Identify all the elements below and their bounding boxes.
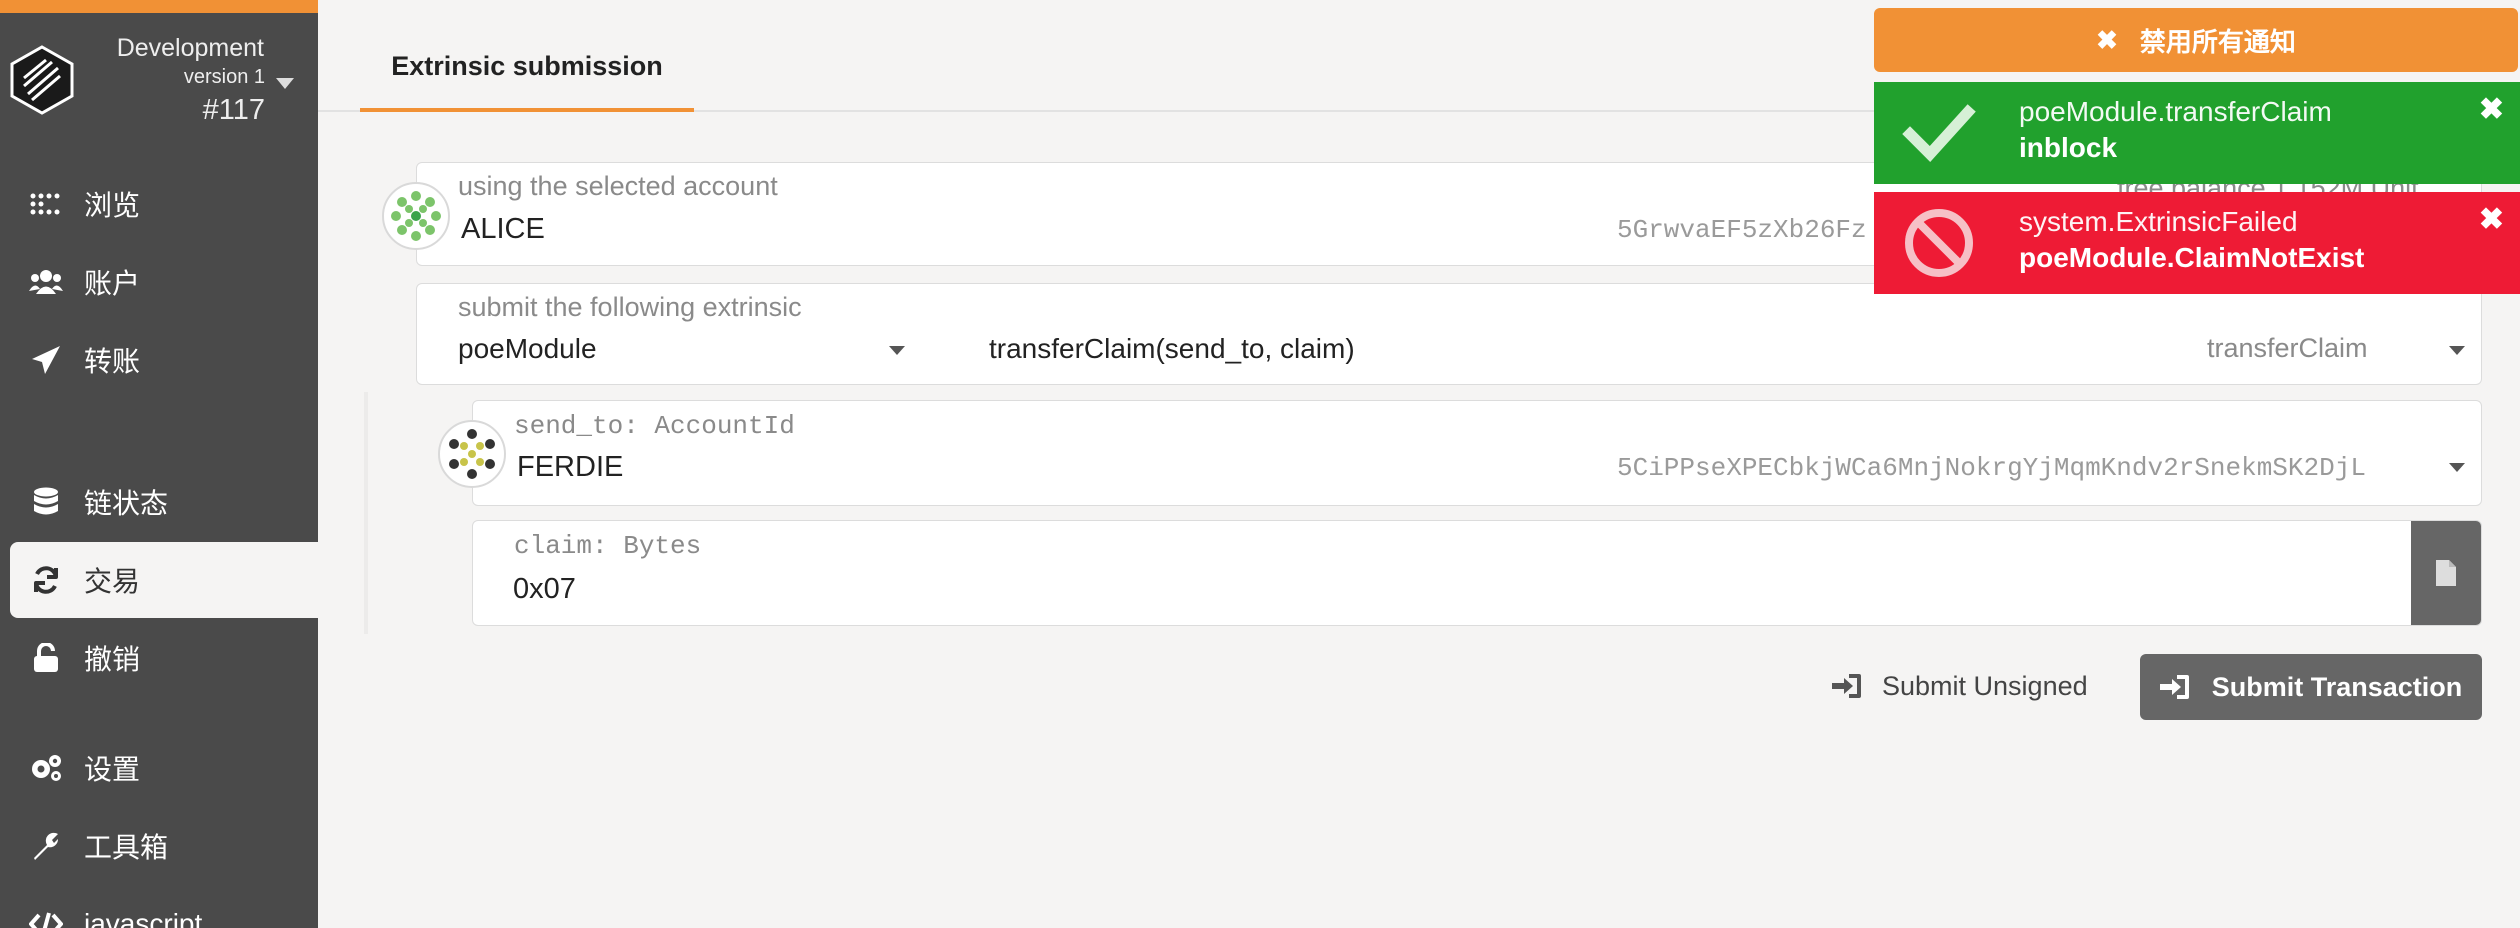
gears-icon: [28, 750, 64, 786]
sidebar-item-label: 转账: [84, 346, 141, 377]
tab-extrinsic-submission[interactable]: Extrinsic submission: [360, 30, 694, 112]
sidebar-item-extrinsics[interactable]: 交易: [10, 542, 318, 618]
code-icon: [28, 906, 64, 928]
sidebar-item-label: 设置: [84, 754, 141, 785]
wrench-icon: [28, 828, 64, 864]
sidebar-accent-bar: [0, 0, 318, 13]
module-name: poeModule: [458, 333, 597, 364]
claim-input[interactable]: 0x07: [513, 573, 576, 606]
method-name: transferClaim: [2207, 333, 2368, 363]
notification-success: poeModule.transferClaim inblock ✖: [1874, 82, 2520, 184]
account-selector-label: using the selected account: [458, 171, 778, 201]
submit-unsigned-button[interactable]: Submit Unsigned: [1832, 656, 2102, 716]
params-group-line: [364, 392, 368, 634]
sidebar-item-label: 浏览: [84, 190, 141, 221]
call-signature: transferClaim(send_to, claim): [989, 333, 1355, 364]
notification-title: poeModule.transferClaim: [2019, 96, 2332, 127]
users-icon: [28, 264, 64, 300]
module-dropdown[interactable]: poeModule: [417, 284, 937, 384]
chevron-down-icon: [889, 346, 905, 355]
sidebar-item-javascript[interactable]: javascript: [10, 886, 318, 928]
close-icon[interactable]: ✖: [2479, 92, 2504, 127]
claim-field: claim: Bytes 0x07: [472, 520, 2482, 626]
chain-name: Development: [116, 34, 264, 62]
close-icon[interactable]: ✖: [2479, 202, 2504, 237]
account-address: 5GrwvaEF5zXb26Fz: [1617, 215, 1867, 245]
sidebar-item-explorer[interactable]: 浏览: [10, 166, 318, 242]
sync-icon: [28, 562, 64, 598]
file-upload-button[interactable]: [2411, 521, 2481, 625]
method-dropdown[interactable]: transferClaim(send_to, claim) transferCl…: [937, 284, 2481, 384]
sidebar-item-label: 账户: [84, 268, 141, 299]
sidebar-item-democracy[interactable]: 撤销: [10, 620, 318, 696]
account-avatar-icon: [382, 182, 450, 250]
disable-all-label: 禁用所有通知: [2139, 26, 2296, 57]
chain-dropdown-icon[interactable]: [276, 78, 294, 89]
submit-transaction-button[interactable]: Submit Transaction: [2140, 654, 2482, 720]
sidebar-item-label: 交易: [84, 566, 141, 597]
send-to-avatar-icon: [438, 420, 506, 488]
send-to-account-name: FERDIE: [517, 451, 624, 483]
send-to-account-selector[interactable]: send_to: AccountId FERDIE 5CiPPseXPECbkj…: [472, 400, 2482, 506]
database-icon: [28, 484, 64, 520]
sidebar-item-settings[interactable]: 设置: [10, 730, 318, 806]
checkmark-icon: [1902, 96, 1976, 170]
submit-unsigned-label: Submit Unsigned: [1882, 670, 2088, 701]
submit-transaction-label: Submit Transaction: [2211, 671, 2463, 702]
send-to-address: 5CiPPseXPECbkjWCa6MnjNokrgYjMqmKndv2rSne…: [1617, 453, 2366, 483]
notification-title: system.ExtrinsicFailed: [2019, 206, 2298, 237]
sidebar-item-transfer[interactable]: 转账: [10, 322, 318, 398]
extrinsic-selector: submit the following extrinsic poeModule…: [416, 283, 2482, 385]
notification-body: inblock: [2019, 132, 2118, 163]
claim-label: claim: Bytes: [514, 531, 702, 561]
sidebar-item-label: 撤销: [84, 644, 141, 675]
close-icon: ✖: [2096, 24, 2118, 55]
send-to-label: send_to: AccountId: [514, 411, 795, 441]
chevron-down-icon: [2449, 346, 2465, 355]
sign-in-icon: [2159, 675, 2189, 699]
chain-version: version 1: [183, 66, 265, 88]
sidebar: Development version 1 #117 浏览 账户 转账 链状态 …: [0, 0, 318, 928]
file-icon: [2436, 560, 2456, 586]
sidebar-item-chainstate[interactable]: 链状态: [10, 464, 318, 540]
sidebar-item-label: 工具箱: [84, 832, 169, 863]
sidebar-item-label: 链状态: [84, 488, 169, 519]
disable-all-notifications-button[interactable]: ✖ 禁用所有通知: [1874, 8, 2518, 72]
send-icon: [28, 342, 64, 378]
chain-block-number: #117: [202, 94, 265, 126]
grid-icon: [28, 186, 64, 222]
sign-in-icon: [1832, 674, 1861, 698]
account-name: ALICE: [461, 213, 545, 245]
unlock-icon: [28, 640, 64, 676]
sidebar-item-label: javascript: [84, 908, 203, 928]
notification-body: poeModule.ClaimNotExist: [2019, 242, 2365, 273]
chevron-down-icon: [2449, 463, 2465, 472]
chain-logo-icon[interactable]: [6, 44, 78, 116]
ban-icon: [1902, 206, 1976, 280]
sidebar-item-toolbox[interactable]: 工具箱: [10, 808, 318, 884]
sidebar-item-accounts[interactable]: 账户: [10, 244, 318, 320]
notification-error: system.ExtrinsicFailed poeModule.ClaimNo…: [1874, 192, 2520, 294]
